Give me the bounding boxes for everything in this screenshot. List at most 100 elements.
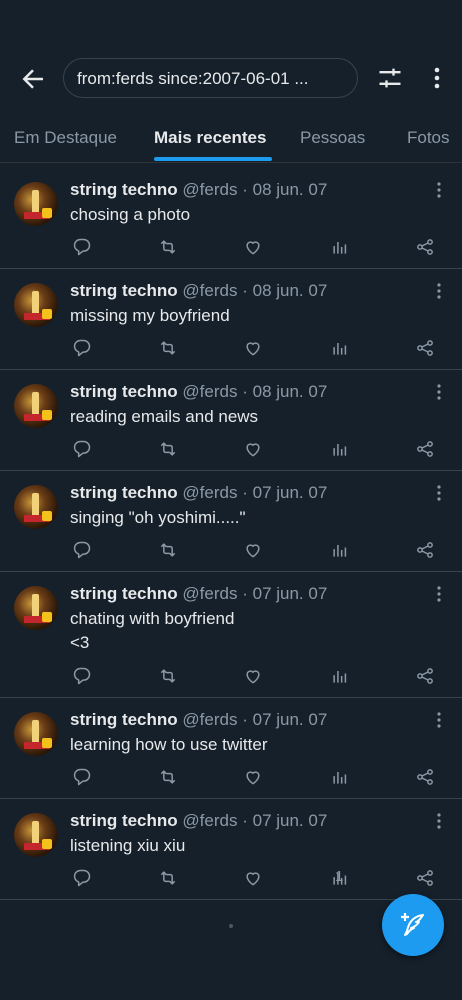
views-button[interactable] — [328, 765, 352, 789]
avatar[interactable] — [14, 182, 58, 226]
like-button[interactable] — [241, 437, 265, 461]
author-handle[interactable]: @ferds — [182, 281, 237, 300]
reply-button[interactable] — [70, 664, 94, 688]
author-name[interactable]: string techno — [70, 584, 178, 603]
tweet-date[interactable]: 07 jun. 07 — [253, 483, 328, 502]
avatar[interactable] — [14, 283, 58, 327]
author-name[interactable]: string techno — [70, 382, 178, 401]
views-button[interactable] — [328, 235, 352, 259]
tweet[interactable]: string techno @ferds · 08 jun. 07 reading… — [0, 370, 462, 471]
retweet-button[interactable] — [156, 437, 180, 461]
bar-chart-icon — [333, 671, 347, 683]
views-button[interactable] — [328, 336, 352, 360]
separator-dot: · — [242, 710, 248, 729]
avatar[interactable] — [14, 485, 58, 529]
avatar[interactable] — [14, 813, 58, 857]
share-button[interactable] — [413, 765, 437, 789]
reply-button[interactable] — [70, 336, 94, 360]
tweet-more-button[interactable] — [432, 281, 446, 301]
author-handle[interactable]: @ferds — [182, 483, 237, 502]
share-icon — [417, 668, 433, 684]
share-button[interactable] — [413, 437, 437, 461]
retweet-button[interactable] — [156, 765, 180, 789]
author-handle[interactable]: @ferds — [182, 180, 237, 199]
share-button[interactable] — [413, 538, 437, 562]
retweet-button[interactable] — [156, 235, 180, 259]
reply-button[interactable] — [70, 437, 94, 461]
reply-icon — [73, 339, 91, 357]
like-button[interactable] — [241, 336, 265, 360]
tweet-more-button[interactable] — [432, 811, 446, 831]
tweet[interactable]: string techno @ferds · 07 jun. 07 listeni… — [0, 799, 462, 900]
search-input[interactable]: from:ferds since:2007-06-01 ... — [63, 58, 358, 98]
views-button[interactable] — [328, 664, 352, 688]
author-name[interactable]: string techno — [70, 281, 178, 300]
tweet-date[interactable]: 07 jun. 07 — [253, 811, 328, 830]
share-button[interactable] — [413, 664, 437, 688]
author-name[interactable]: string techno — [70, 811, 178, 830]
views-button[interactable] — [328, 437, 352, 461]
reply-button[interactable] — [70, 235, 94, 259]
share-button[interactable] — [413, 336, 437, 360]
tweet-more-button[interactable] — [432, 584, 446, 604]
tweet-header: string techno @ferds · 08 jun. 07 — [70, 382, 327, 402]
filter-button[interactable] — [376, 64, 404, 92]
top-bar: from:ferds since:2007-06-01 ... — [0, 0, 462, 120]
back-button[interactable] — [18, 64, 48, 94]
retweet-button[interactable] — [156, 538, 180, 562]
tweet[interactable]: string techno @ferds · 07 jun. 07 chating… — [0, 572, 462, 698]
reply-button[interactable] — [70, 866, 94, 890]
like-button[interactable] — [241, 538, 265, 562]
more-options-button[interactable] — [426, 64, 448, 92]
tab-pessoas[interactable]: Pessoas — [300, 128, 365, 148]
tab-fotos[interactable]: Fotos — [407, 128, 450, 148]
tweet-date[interactable]: 08 jun. 07 — [253, 180, 328, 199]
author-handle[interactable]: @ferds — [182, 382, 237, 401]
reply-button[interactable] — [70, 538, 94, 562]
tweet-date[interactable]: 08 jun. 07 — [253, 281, 328, 300]
views-button[interactable] — [328, 538, 352, 562]
tweet[interactable]: string techno @ferds · 08 jun. 07 chosing… — [0, 168, 462, 269]
tweet-header: string techno @ferds · 07 jun. 07 — [70, 811, 327, 831]
search-query: from:ferds since:2007-06-01 ... — [77, 69, 309, 88]
avatar[interactable] — [14, 712, 58, 756]
avatar[interactable] — [14, 384, 58, 428]
share-icon — [417, 441, 433, 457]
author-handle[interactable]: @ferds — [182, 811, 237, 830]
like-button[interactable] — [241, 664, 265, 688]
share-button[interactable] — [413, 866, 437, 890]
retweet-icon — [160, 669, 176, 683]
retweet-button[interactable] — [156, 336, 180, 360]
vertical-dots-icon — [437, 283, 441, 299]
compose-tweet-button[interactable] — [382, 894, 444, 956]
bar-chart-icon — [333, 444, 347, 456]
reply-button[interactable] — [70, 765, 94, 789]
avatar-detail — [32, 720, 39, 744]
retweet-button[interactable] — [156, 664, 180, 688]
tweet-date[interactable]: 07 jun. 07 — [253, 584, 328, 603]
author-name[interactable]: string techno — [70, 710, 178, 729]
avatar[interactable] — [14, 586, 58, 630]
tweet-date[interactable]: 08 jun. 07 — [253, 382, 328, 401]
share-button[interactable] — [413, 235, 437, 259]
like-button[interactable] — [241, 235, 265, 259]
retweet-button[interactable] — [156, 866, 180, 890]
tweet-more-button[interactable] — [432, 180, 446, 200]
author-handle[interactable]: @ferds — [182, 710, 237, 729]
like-button[interactable] — [241, 866, 265, 890]
tweet-date[interactable]: 07 jun. 07 — [253, 710, 328, 729]
tweet[interactable]: string techno @ferds · 07 jun. 07 singing… — [0, 471, 462, 572]
tweet-more-button[interactable] — [432, 710, 446, 730]
like-button[interactable] — [241, 765, 265, 789]
tweet[interactable]: string techno @ferds · 07 jun. 07 learnin… — [0, 698, 462, 799]
tweet-more-button[interactable] — [432, 483, 446, 503]
tweet-more-button[interactable] — [432, 382, 446, 402]
tweet-header: string techno @ferds · 07 jun. 07 — [70, 584, 327, 604]
tab-em-destaque[interactable]: Em Destaque — [14, 128, 117, 148]
tweet[interactable]: string techno @ferds · 08 jun. 07 missing… — [0, 269, 462, 370]
author-handle[interactable]: @ferds — [182, 584, 237, 603]
author-name[interactable]: string techno — [70, 483, 178, 502]
tweet-text: reading emails and news — [70, 407, 259, 426]
tab-mais-recentes[interactable]: Mais recentes — [154, 128, 266, 148]
author-name[interactable]: string techno — [70, 180, 178, 199]
